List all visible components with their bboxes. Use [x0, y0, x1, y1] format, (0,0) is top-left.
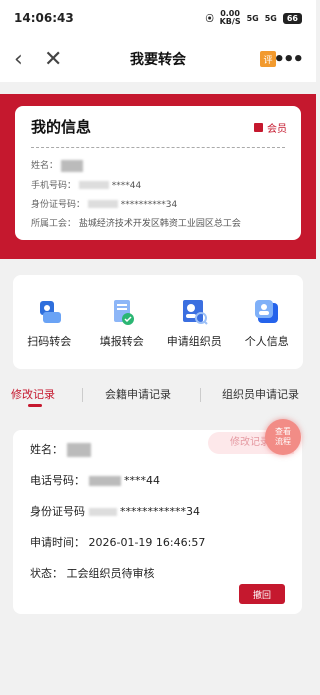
- info-divider: [31, 147, 285, 148]
- record-time-value: 2026-01-19 16:46:57: [88, 536, 206, 549]
- member-badge: 会员: [254, 120, 287, 135]
- apply-organizer-button[interactable]: 申请组织员: [161, 297, 227, 349]
- redacted-name: [60, 159, 83, 172]
- apply-organizer-label: 申请组织员: [166, 335, 222, 348]
- signal-icon-1: 5G: [246, 13, 259, 23]
- status-bar: 14:06:43 ⦿ 0.00 KB/S 5G 5G 66: [0, 0, 316, 36]
- net-speed-unit: KB/S: [219, 17, 241, 26]
- info-id-label: 身份证号码：: [31, 199, 86, 210]
- redacted-id: [87, 200, 118, 208]
- location-icon: ⦿: [205, 13, 214, 23]
- info-phone-row: 手机号码： ****44: [31, 178, 285, 191]
- back-icon[interactable]: ‹: [14, 47, 23, 72]
- withdraw-button[interactable]: 撤回: [239, 584, 285, 604]
- form-transfer-icon: [107, 297, 137, 327]
- record-id-label: 身份证号码: [30, 505, 85, 518]
- battery-icon: 66: [282, 12, 302, 24]
- record-name-label: 姓名：: [30, 443, 63, 456]
- member-label: 会员: [267, 124, 287, 135]
- info-phone-label: 手机号码：: [31, 180, 77, 191]
- record-id-value: ************34: [120, 505, 200, 518]
- view-process-button[interactable]: 查看 流程: [265, 419, 301, 455]
- info-name-row: 姓名：: [31, 158, 285, 172]
- info-name-label: 姓名：: [31, 161, 59, 171]
- view-process-label: 查看 流程: [275, 427, 291, 447]
- redacted-phone: [88, 476, 121, 486]
- record-status-value: 工会组织员待审核: [66, 567, 155, 580]
- record-status-label: 状态：: [30, 567, 63, 580]
- personal-info-button[interactable]: 个人信息: [234, 297, 300, 349]
- record-time-label: 申请时间：: [30, 536, 85, 549]
- scan-transfer-label: 扫码转会: [27, 335, 72, 348]
- redacted-name: [66, 443, 91, 457]
- redacted-id: [88, 508, 117, 516]
- record-time-row: 申请时间： 2026-01-19 16:46:57: [30, 531, 285, 562]
- record-phone-value: ****44: [124, 474, 160, 487]
- signal-icon-2: 5G: [264, 13, 277, 23]
- my-info-title: 我的信息: [31, 118, 92, 136]
- info-union-row: 所属工会： 盐城经济技术开发区韩资工业园区总工会: [31, 216, 285, 229]
- status-indicators: ⦿ 0.00 KB/S 5G 5G 66: [206, 10, 302, 26]
- tab-organizer-records[interactable]: 组织员申请记录: [222, 386, 299, 402]
- record-tabs: 修改记录 会籍申请记录 组织员申请记录: [0, 378, 316, 412]
- close-icon[interactable]: ✕: [44, 47, 62, 72]
- record-id-row: 身份证号码 ************34: [30, 500, 285, 531]
- tab-membership-records[interactable]: 会籍申请记录: [105, 386, 171, 402]
- personal-info-icon: [252, 297, 282, 327]
- form-transfer-button[interactable]: 填报转会: [89, 297, 155, 349]
- tab-divider: [200, 388, 201, 402]
- view-process-line1: 查看: [275, 427, 291, 436]
- info-phone-value: ****44: [111, 180, 142, 191]
- nav-bar: ‹ ✕ 我要转会 评 •••: [0, 36, 316, 82]
- info-id-value: **********34: [120, 199, 178, 210]
- info-union-label: 所属工会：: [31, 218, 77, 229]
- record-phone-row: 电话号码： ****44: [30, 469, 285, 500]
- more-icon[interactable]: •••: [273, 49, 303, 70]
- active-tab-indicator: [28, 404, 42, 407]
- net-speed: 0.00 KB/S: [220, 10, 241, 26]
- record-card: 修改记录 姓名： 电话号码： ****44 身份证号码 ************…: [13, 430, 302, 614]
- view-process-line2: 流程: [275, 437, 291, 446]
- redacted-phone: [78, 181, 109, 189]
- form-transfer-label: 填报转会: [99, 335, 144, 348]
- info-id-row: 身份证号码： **********34: [31, 197, 285, 210]
- tab-divider: [82, 388, 83, 402]
- member-icon: [254, 123, 263, 132]
- function-card: 扫码转会 填报转会 申请组织员 个人信息: [13, 275, 303, 369]
- tab-modify-records[interactable]: 修改记录: [11, 386, 55, 402]
- record-phone-label: 电话号码：: [30, 474, 85, 487]
- scan-transfer-button[interactable]: 扫码转会: [16, 297, 82, 349]
- scan-transfer-icon: [34, 297, 64, 327]
- info-union-value: 盐城经济技术开发区韩资工业园区总工会: [78, 218, 241, 229]
- personal-info-label: 个人信息: [244, 335, 289, 348]
- my-info-card: 我的信息 会员 姓名： 手机号码： ****44 身份证号码： ********…: [15, 106, 301, 240]
- apply-organizer-icon: [179, 297, 209, 327]
- status-time: 14:06:43: [14, 11, 74, 25]
